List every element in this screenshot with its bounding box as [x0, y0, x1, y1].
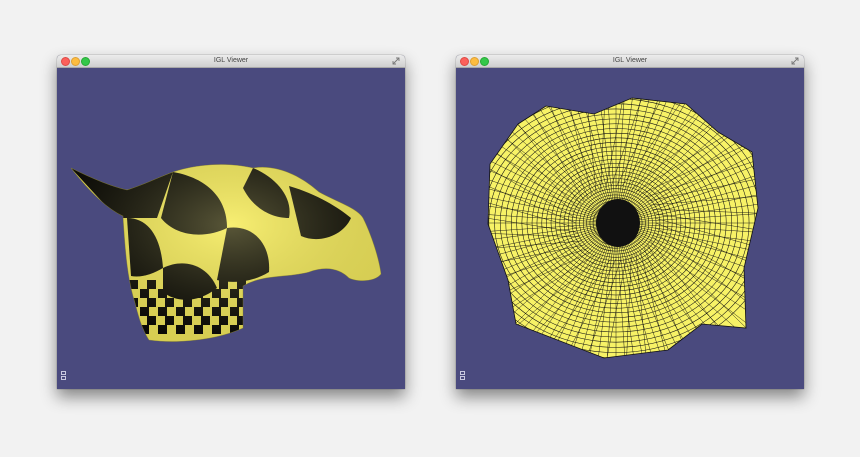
textured-mesh-render	[70, 164, 382, 342]
igl-viewer-window-left: IGL Viewer	[57, 55, 405, 389]
resize-icon[interactable]	[392, 57, 400, 65]
wireframe-mesh-render	[487, 97, 759, 359]
3d-viewport[interactable]	[57, 68, 405, 389]
igl-viewer-window-right: IGL Viewer	[456, 55, 804, 389]
viewer-corner-icon	[460, 371, 466, 383]
3d-viewport[interactable]	[456, 68, 804, 389]
window-title: IGL Viewer	[213, 57, 249, 64]
titlebar[interactable]: IGL Viewer	[57, 55, 405, 68]
viewer-corner-icon	[61, 371, 67, 383]
resize-icon[interactable]	[791, 57, 799, 65]
titlebar[interactable]: IGL Viewer	[456, 55, 804, 68]
window-title: IGL Viewer	[612, 57, 648, 64]
